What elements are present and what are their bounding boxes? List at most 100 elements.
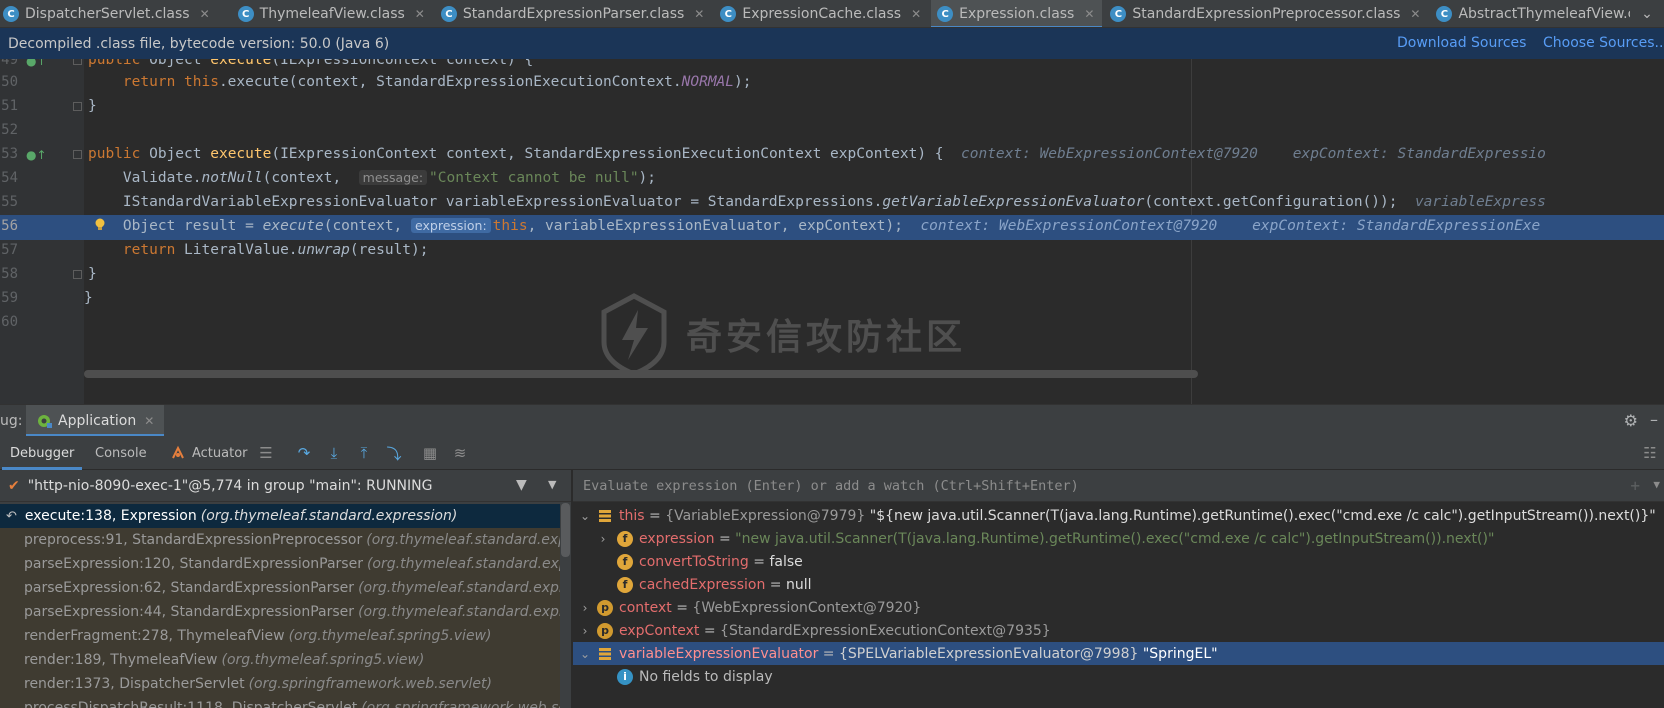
field-icon: f xyxy=(617,530,633,547)
code-editor[interactable]: 49 ●↑ public Object execute(IExpressionC… xyxy=(0,59,1664,404)
close-icon[interactable]: ✕ xyxy=(694,7,704,21)
return-arrow-icon: ↶ xyxy=(6,508,17,524)
tab-standardexpressionpreprocessor[interactable]: C StandardExpressionPreprocessor.class ✕ xyxy=(1104,0,1428,27)
stack-frame[interactable]: parseExpression:62, StandardExpressionPa… xyxy=(0,576,560,600)
add-watch-icon[interactable]: + xyxy=(1630,476,1640,495)
tab-label: Expression.class xyxy=(959,6,1075,22)
step-over-icon[interactable]: ↷ xyxy=(294,443,314,463)
close-icon[interactable]: ✕ xyxy=(144,414,154,428)
code-line: 50 return this.execute(context, Standard… xyxy=(1,74,752,90)
run-to-cursor-icon[interactable]: ⤵ xyxy=(384,443,404,463)
class-icon: C xyxy=(1110,6,1127,22)
expand-arrow-icon[interactable]: › xyxy=(579,624,591,638)
field-icon: f xyxy=(617,553,633,570)
code-line: 51 } xyxy=(1,98,97,114)
expand-arrow-icon[interactable]: › xyxy=(579,601,591,615)
stack-frame[interactable]: render:189, ThymeleafView (org.thymeleaf… xyxy=(0,648,560,672)
code-line: 59 } xyxy=(1,290,93,306)
collapse-arrow-icon[interactable]: ⌄ xyxy=(579,509,591,523)
variable-row[interactable]: › p expContext = {StandardExpressionExec… xyxy=(573,619,1664,642)
variable-row-selected[interactable]: ⌄ variableExpressionEvaluator = {SPELVar… xyxy=(573,642,1664,665)
override-icon[interactable]: ●↑ xyxy=(26,148,47,162)
line-number: 54 xyxy=(1,170,18,186)
close-icon[interactable]: ✕ xyxy=(911,7,921,21)
stack-frame[interactable]: renderFragment:278, ThymeleafView (org.t… xyxy=(0,624,560,648)
chevron-down-icon[interactable]: ▼ xyxy=(1653,478,1660,491)
line-number: 56 xyxy=(1,218,18,234)
threads-menu-icon[interactable]: ☰ xyxy=(256,443,276,463)
stack-frame[interactable]: preprocess:91, StandardExpressionPreproc… xyxy=(0,528,560,552)
tab-expression[interactable]: C Expression.class ✕ xyxy=(931,0,1103,27)
parameter-icon: p xyxy=(597,622,613,639)
step-out-icon[interactable]: ⤒ xyxy=(354,443,374,463)
inline-value-hint: context: WebExpressionContext@7920 xyxy=(961,146,1258,162)
close-icon[interactable]: ✕ xyxy=(1084,7,1094,21)
layout-menu-icon[interactable]: ☷ xyxy=(1640,443,1660,463)
fold-marker-icon[interactable] xyxy=(73,150,82,159)
tab-label: ExpressionCache.class xyxy=(742,6,902,22)
inline-value-hint: expContext: StandardExpressio xyxy=(1292,146,1546,162)
tab-thymeleafview[interactable]: C ThymeleafView.class ✕ xyxy=(232,0,433,27)
fold-marker-icon[interactable] xyxy=(73,59,82,65)
filter-icon[interactable]: ▼ xyxy=(516,477,527,493)
class-icon: C xyxy=(720,6,737,22)
fold-marker-icon[interactable] xyxy=(73,270,82,279)
minimize-icon[interactable]: – xyxy=(1650,410,1658,429)
stack-frame[interactable]: ↶ execute:138, Expression (org.thymeleaf… xyxy=(0,504,560,528)
variable-row[interactable]: › p context = {WebExpressionContext@7920… xyxy=(573,596,1664,619)
expand-arrow-icon[interactable]: › xyxy=(597,532,609,546)
choose-sources-link[interactable]: Choose Sources... xyxy=(1543,35,1664,51)
tab-abstractthymeleafview[interactable]: C AbstractThymeleafView.class ✕ xyxy=(1430,0,1664,27)
tab-standardexpressionparser[interactable]: C StandardExpressionParser.class ✕ xyxy=(435,0,712,27)
variable-row[interactable]: › f expression = "new java.util.Scanner(… xyxy=(573,527,1664,550)
code-line: 55 IStandardVariableExpressionEvaluator … xyxy=(1,194,1546,210)
tab-dispatcherservlet[interactable]: C DispatcherServlet.class ✕ xyxy=(0,0,218,27)
decompiled-notice-bar: Decompiled .class file, bytecode version… xyxy=(0,28,1664,59)
close-icon[interactable]: ✕ xyxy=(415,7,425,21)
tab-actuator[interactable]: Actuator xyxy=(170,436,248,470)
variable-row[interactable]: ⌄ this = {VariableExpression@7979} "${ne… xyxy=(573,504,1664,527)
tab-debugger[interactable]: Debugger xyxy=(1,436,83,470)
stack-frame[interactable]: render:1373, DispatcherServlet (org.spri… xyxy=(0,672,560,696)
line-number: 58 xyxy=(1,266,18,282)
variable-row[interactable]: f convertToString = false xyxy=(573,550,1664,573)
line-number: 53 xyxy=(1,146,18,162)
chevron-down-icon[interactable]: ▼ xyxy=(548,478,556,491)
line-number: 52 xyxy=(1,122,18,138)
code-line: 57 return LiteralValue.unwrap(result); xyxy=(1,242,429,258)
stack-frame[interactable]: processDispatchResult:1118, DispatcherSe… xyxy=(0,696,560,708)
trace-current-stream-icon[interactable]: ≋ xyxy=(450,443,470,463)
download-sources-link[interactable]: Download Sources xyxy=(1397,35,1526,51)
variable-row[interactable]: f cachedExpression = null xyxy=(573,573,1664,596)
close-icon[interactable]: ✕ xyxy=(200,7,210,21)
class-icon: C xyxy=(237,6,254,22)
spring-boot-icon xyxy=(38,415,52,428)
tab-console[interactable]: Console xyxy=(95,436,147,470)
tab-label: Application xyxy=(58,413,137,429)
tab-list-chevron-icon[interactable]: ⌄ xyxy=(1630,0,1664,27)
class-icon: C xyxy=(1436,6,1453,22)
tab-expressioncache[interactable]: C ExpressionCache.class ✕ xyxy=(714,0,929,27)
collapse-arrow-icon[interactable]: ⌄ xyxy=(579,647,591,661)
tab-application[interactable]: Application ✕ xyxy=(26,405,165,437)
no-fields-row: i No fields to display xyxy=(573,665,1664,688)
fold-marker-icon[interactable] xyxy=(73,102,82,111)
step-into-icon[interactable]: ⤓ xyxy=(324,443,344,463)
stack-frame[interactable]: parseExpression:120, StandardExpressionP… xyxy=(0,552,560,576)
line-number: 59 xyxy=(1,290,18,306)
thread-selector[interactable]: ✔ "http-nio-8090-exec-1"@5,774 in group … xyxy=(0,470,571,502)
evaluate-expression-input[interactable]: Evaluate expression (Enter) or add a wat… xyxy=(573,470,1664,502)
override-icon[interactable]: ●↑ xyxy=(26,59,47,68)
stack-frame[interactable]: parseExpression:44, StandardExpressionPa… xyxy=(0,600,560,624)
close-icon[interactable]: ✕ xyxy=(1410,7,1420,21)
code-line: 58 } xyxy=(1,266,97,282)
code-line: 53 ●↑ public Object execute(IExpressionC… xyxy=(1,146,1546,162)
vertical-scrollbar[interactable] xyxy=(561,503,570,557)
horizontal-scrollbar[interactable] xyxy=(84,370,1198,378)
evaluate-expression-icon[interactable]: ▦ xyxy=(420,443,440,463)
editor-tab-bar: C DispatcherServlet.class ✕ C ThymeleafV… xyxy=(0,0,1664,28)
class-icon: C xyxy=(937,6,954,22)
line-number: 55 xyxy=(1,194,18,210)
tab-label: StandardExpressionPreprocessor.class xyxy=(1132,6,1401,22)
gear-icon[interactable]: ⚙ xyxy=(1624,411,1638,430)
